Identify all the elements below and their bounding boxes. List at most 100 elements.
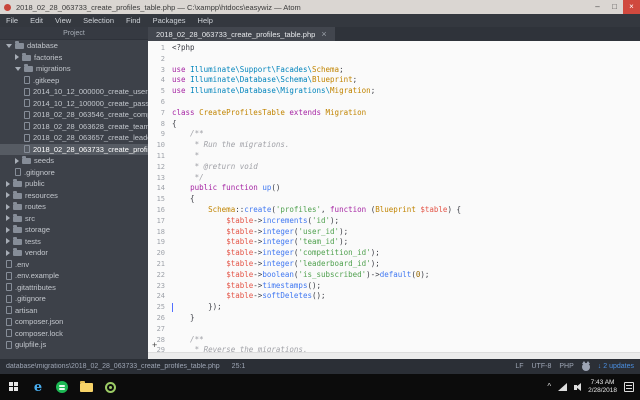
tree-item-2018_02_28_063546_create_competit[interactable]: 2018_02_28_063546_create_competit <box>0 109 148 121</box>
download-icon: ↓ <box>597 363 602 370</box>
code-line[interactable]: 13 */ <box>148 173 640 184</box>
tree-item-routes[interactable]: routes <box>0 201 148 213</box>
tree-item-database[interactable]: database <box>0 40 148 52</box>
tree-item-2018_02_28_063628_create_teams_ta[interactable]: 2018_02_28_063628_create_teams_ta <box>0 121 148 133</box>
code-line[interactable]: 18 $table->integer('user_id'); <box>148 227 640 238</box>
tree-item-composer.json[interactable]: composer.json <box>0 316 148 328</box>
code-line[interactable]: 5 use Illuminate\Database\Migrations\Migr… <box>148 86 640 97</box>
code-line[interactable]: 21 $table->integer('leaderboard_id'); <box>148 259 640 270</box>
code-line[interactable]: 27 <box>148 324 640 335</box>
editor[interactable]: 1 <?php 2 3 use Illuminate\Support\Facades\S… <box>148 41 640 359</box>
menu-item-packages[interactable]: Packages <box>147 14 192 27</box>
volume-icon[interactable] <box>574 382 582 391</box>
code-line[interactable]: 19 $table->integer('team_id'); <box>148 237 640 248</box>
menu-item-file[interactable]: File <box>0 14 24 27</box>
tree-item-2014_10_12_100000_create_passworc[interactable]: 2014_10_12_100000_create_passworc <box>0 98 148 110</box>
code-line[interactable]: 6 <box>148 97 640 108</box>
tree-item-seeds[interactable]: seeds <box>0 155 148 167</box>
code-line[interactable]: 23 $table->timestamps(); <box>148 281 640 292</box>
code-line[interactable]: 16 Schema::create('profiles', function (… <box>148 205 640 216</box>
chevron-down-icon[interactable] <box>6 43 12 48</box>
chevron-right-icon[interactable] <box>15 157 19 164</box>
tree-item-tests[interactable]: tests <box>0 236 148 248</box>
chevron-down-icon[interactable] <box>15 66 21 71</box>
chevron-right-icon[interactable] <box>15 54 19 61</box>
folder-icon <box>13 190 22 199</box>
tab-close-icon[interactable]: × <box>321 29 326 39</box>
chevron-right-icon[interactable] <box>6 180 10 187</box>
tree-item-migrations[interactable]: migrations <box>0 63 148 75</box>
chevron-right-icon[interactable] <box>6 238 10 245</box>
chevron-right-icon[interactable] <box>6 192 10 199</box>
code-line[interactable]: 17 $table->increments('id'); <box>148 216 640 227</box>
github-icon[interactable] <box>581 360 590 371</box>
chevron-right-icon[interactable] <box>6 249 10 256</box>
start-taskbar-button[interactable] <box>2 374 26 400</box>
tree-item-artisan[interactable]: artisan <box>0 305 148 317</box>
horizontal-scrollbar[interactable] <box>148 352 640 359</box>
menu-item-find[interactable]: Find <box>120 14 147 27</box>
atom-taskbar-button[interactable] <box>98 374 122 400</box>
chevron-right-icon[interactable] <box>6 226 10 233</box>
tree-item-.gitattributes[interactable]: .gitattributes <box>0 282 148 294</box>
cursor-position[interactable]: 25:1 <box>232 363 246 370</box>
code-line[interactable]: 2 <box>148 54 640 65</box>
line-ending-indicator[interactable]: LF <box>515 363 523 370</box>
code-line[interactable]: 24 $table->softDeletes(); <box>148 291 640 302</box>
tree-item-.gitignore[interactable]: .gitignore <box>0 167 148 179</box>
explorer-taskbar-button[interactable] <box>74 374 98 400</box>
menu-item-selection[interactable]: Selection <box>77 14 120 27</box>
code-line[interactable]: 25 }); <box>148 302 640 313</box>
code-line[interactable]: 20 $table->integer('competition_id'); <box>148 248 640 259</box>
code-line[interactable]: 28 /** <box>148 335 640 346</box>
tree-item-public[interactable]: public <box>0 178 148 190</box>
code-line[interactable]: 26 } <box>148 313 640 324</box>
code-line[interactable]: 9 /** <box>148 129 640 140</box>
code-line[interactable]: 8{ <box>148 119 640 130</box>
code-line[interactable]: 1 <?php <box>148 43 640 54</box>
tree-item-.env[interactable]: .env <box>0 259 148 271</box>
spotify-taskbar-button[interactable] <box>50 374 74 400</box>
code-area[interactable]: 1 <?php 2 3 use Illuminate\Support\Facades\S… <box>148 41 640 359</box>
code-line[interactable]: 12 * @return void <box>148 162 640 173</box>
close-button[interactable]: × <box>623 0 640 14</box>
code-line[interactable]: 3 use Illuminate\Support\Facades\Schema; <box>148 65 640 76</box>
tree-item-.gitkeep[interactable]: .gitkeep <box>0 75 148 87</box>
code-line[interactable]: 4 use Illuminate\Database\Schema\Blueprin… <box>148 75 640 86</box>
menu-item-view[interactable]: View <box>49 14 77 27</box>
menu-item-help[interactable]: Help <box>192 14 219 27</box>
tree-item-vendor[interactable]: vendor <box>0 247 148 259</box>
tree-item-.env.example[interactable]: .env.example <box>0 270 148 282</box>
tree-item-gulpfile.js[interactable]: gulpfile.js <box>0 339 148 351</box>
code-line[interactable]: 15 { <box>148 194 640 205</box>
taskbar-clock[interactable]: 7:43 AM 2/28/2018 <box>588 379 617 395</box>
chevron-right-icon[interactable] <box>6 215 10 222</box>
code-line[interactable]: 7 class CreateProfilesTable extends Migra… <box>148 108 640 119</box>
tree-item-2018_02_28_063733_create_profiles_t[interactable]: 2018_02_28_063733_create_profiles_t <box>0 143 148 155</box>
menu-item-edit[interactable]: Edit <box>24 14 49 27</box>
browser-taskbar-button[interactable] <box>26 374 50 400</box>
code-line[interactable]: 14 public function up() <box>148 183 640 194</box>
chevron-up-icon[interactable]: ^ <box>547 383 551 391</box>
tree-item-2014_10_12_000000_create_users_tab[interactable]: 2014_10_12_000000_create_users_tab <box>0 86 148 98</box>
plus-icon[interactable]: + <box>152 341 157 350</box>
tree-item-resources[interactable]: resources <box>0 190 148 202</box>
maximize-button[interactable]: □ <box>606 0 623 14</box>
tree-item-factories[interactable]: factories <box>0 52 148 64</box>
encoding-indicator[interactable]: UTF-8 <box>532 363 552 370</box>
action-center-icon[interactable] <box>624 382 634 392</box>
network-icon[interactable] <box>558 383 568 391</box>
chevron-right-icon[interactable] <box>6 203 10 210</box>
grammar-indicator[interactable]: PHP <box>559 363 573 370</box>
tree-item-.gitignore[interactable]: .gitignore <box>0 293 148 305</box>
tree-item-src[interactable]: src <box>0 213 148 225</box>
tree-item-storage[interactable]: storage <box>0 224 148 236</box>
tab-2018_02_28_063733_create_profiles_table.php[interactable]: 2018_02_28_063733_create_profiles_table.… <box>148 27 335 41</box>
tree-item-composer.lock[interactable]: composer.lock <box>0 328 148 340</box>
code-line[interactable]: 10 * Run the migrations. <box>148 140 640 151</box>
tree-item-2018_02_28_063657_create_leaderbo[interactable]: 2018_02_28_063657_create_leaderbo <box>0 132 148 144</box>
code-line[interactable]: 11 * <box>148 151 640 162</box>
updates-button[interactable]: ↓ 2 updates <box>598 363 634 370</box>
minimize-button[interactable]: – <box>589 0 606 14</box>
code-line[interactable]: 22 $table->boolean('is_subscribed')->def… <box>148 270 640 281</box>
